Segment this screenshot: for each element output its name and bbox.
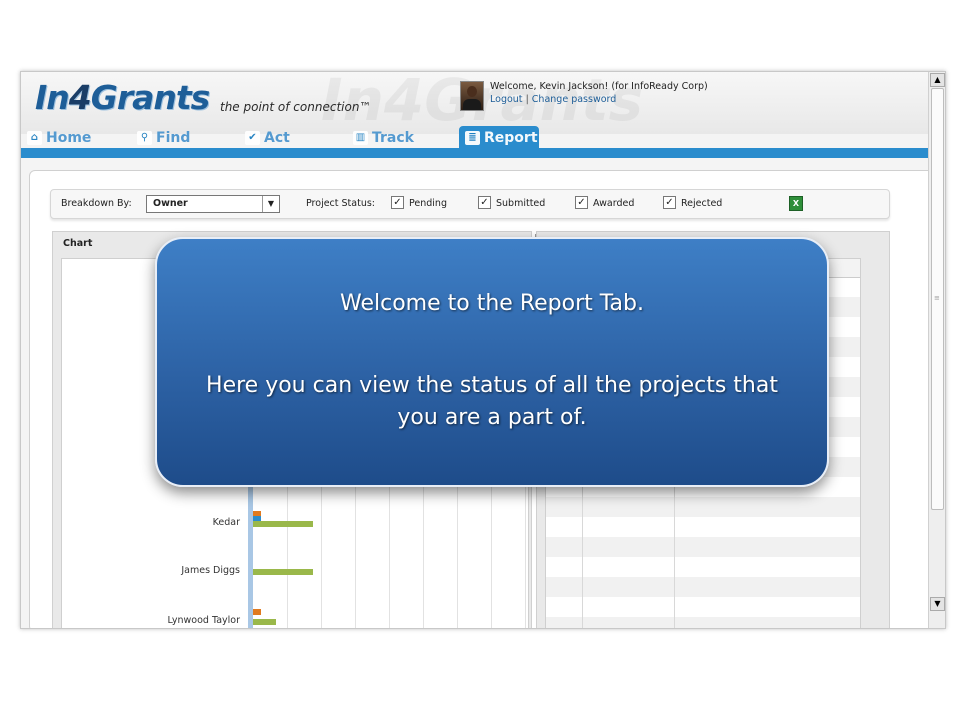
nav-bar: [21, 148, 929, 158]
table-row: [546, 577, 860, 597]
pending-checkbox[interactable]: ✓: [391, 196, 404, 209]
logout-link[interactable]: Logout: [490, 94, 523, 105]
search-icon: ⚲: [137, 131, 152, 145]
tab-report[interactable]: ≣ Report: [465, 128, 538, 148]
app-tagline: the point of connection™: [220, 100, 372, 114]
tab-find-label: Find: [156, 130, 191, 146]
app-logo[interactable]: In4Grants: [35, 78, 211, 117]
grip-icon: ≡: [934, 294, 940, 302]
chart-bar[interactable]: [253, 569, 313, 575]
breakdown-select[interactable]: Owner ▼: [146, 195, 280, 213]
logo-in: In: [35, 78, 70, 117]
tab-track-label: Track: [372, 130, 414, 146]
change-password-link[interactable]: Change password: [532, 94, 617, 105]
app-header: In4Grants In4Grants the point of connect…: [21, 72, 929, 134]
callout-title: Welcome to the Report Tab.: [340, 291, 644, 316]
awarded-label: Awarded: [593, 198, 635, 209]
avatar-head: [467, 86, 477, 97]
pending-label: Pending: [409, 198, 447, 209]
excel-icon[interactable]: X: [789, 196, 803, 211]
checkmark-icon: ✔: [245, 131, 260, 145]
scroll-up-icon[interactable]: ▲: [930, 73, 945, 87]
vertical-scrollbar[interactable]: ▲ ≡ ▼: [928, 72, 945, 628]
tab-home-label: Home: [46, 130, 92, 146]
table-row: [546, 557, 860, 577]
table-row: [546, 497, 860, 517]
breakdown-label: Breakdown By:: [61, 198, 132, 209]
track-icon: ▥: [353, 131, 368, 145]
submitted-label: Submitted: [496, 198, 546, 209]
tab-find[interactable]: ⚲ Find: [137, 128, 190, 148]
chevron-down-icon[interactable]: ▼: [262, 196, 279, 212]
report-icon: ≣: [465, 131, 480, 145]
table-row: [546, 517, 860, 537]
main-tabs: ⌂ Home ⚲ Find ✔ Act ▥ Track ≣ Report: [21, 126, 929, 148]
tab-act[interactable]: ✔ Act: [245, 128, 290, 148]
table-row: [546, 597, 860, 617]
chart-bar[interactable]: [253, 609, 261, 615]
callout-body: Here you can view the status of all the …: [206, 373, 778, 430]
chart-bar[interactable]: [253, 521, 313, 527]
awarded-checkbox[interactable]: ✓: [575, 196, 588, 209]
rejected-checkbox[interactable]: ✓: [663, 196, 676, 209]
chart-panel-title: Chart: [63, 238, 93, 249]
table-row: [546, 537, 860, 557]
welcome-text: Welcome, Kevin Jackson! (for InfoReady C…: [490, 81, 708, 92]
tab-act-label: Act: [264, 130, 290, 146]
chart-category-label: Kedar: [212, 517, 240, 528]
tab-home[interactable]: ⌂ Home: [27, 128, 91, 148]
avatar-body: [463, 99, 481, 110]
rejected-label: Rejected: [681, 198, 723, 209]
tab-track[interactable]: ▥ Track: [353, 128, 414, 148]
breakdown-value: Owner: [153, 198, 188, 209]
status-label: Project Status:: [306, 198, 375, 209]
chart-bar[interactable]: [253, 619, 276, 625]
logo-four: 4: [68, 78, 92, 117]
table-row: [546, 617, 860, 628]
tutorial-callout: Welcome to the Report Tab. Here you can …: [155, 237, 829, 487]
home-icon: ⌂: [27, 131, 42, 145]
chart-category-label: Lynwood Taylor: [167, 615, 240, 626]
tab-report-label: Report: [484, 130, 538, 146]
filter-bar: Breakdown By: Owner ▼ Project Status: ✓ …: [50, 189, 890, 219]
scroll-down-icon[interactable]: ▼: [930, 597, 945, 611]
logo-grants: Grants: [90, 78, 211, 117]
submitted-checkbox[interactable]: ✓: [478, 196, 491, 209]
account-links: Logout | Change password: [490, 94, 616, 105]
chart-category-label: James Diggs: [181, 565, 240, 576]
link-separator: |: [525, 94, 529, 105]
avatar: [460, 81, 484, 111]
